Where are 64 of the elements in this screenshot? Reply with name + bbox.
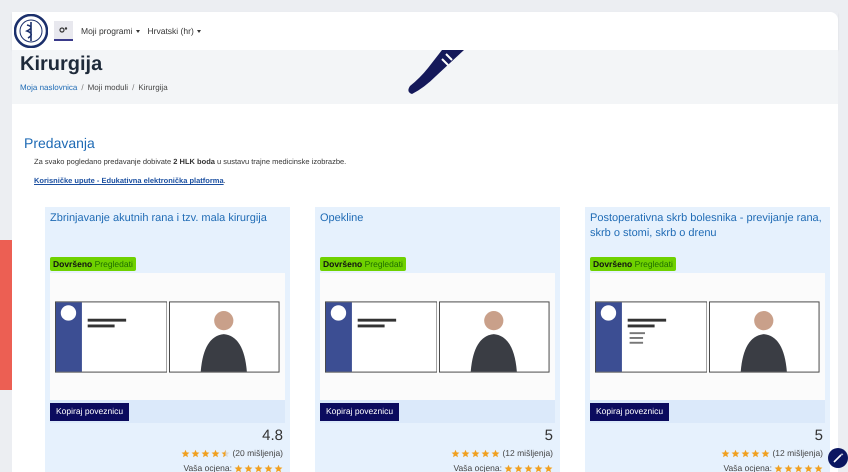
review-count: (20 mišljenja) <box>232 447 283 460</box>
status-badge: Dovršeno Pregledati <box>320 256 406 271</box>
medical-logo-icon[interactable] <box>14 14 48 48</box>
star-icon <box>514 464 523 472</box>
video-thumbnail[interactable] <box>590 272 825 400</box>
star-icon <box>191 448 200 458</box>
star-icon <box>794 464 803 472</box>
status-badge: Dovršeno Pregledati <box>590 256 676 271</box>
star-icon <box>491 448 500 458</box>
breadcrumb-separator: / <box>81 82 84 94</box>
star-icon <box>731 448 740 458</box>
star-icon <box>544 464 553 472</box>
star-icon <box>461 448 470 458</box>
star-icon <box>721 448 730 458</box>
lecture-title[interactable]: Postoperativna skrb bolesnika - previjanje rana, skrb o stomi, skrb o drenu <box>590 208 825 254</box>
video-thumbnail[interactable] <box>320 272 555 400</box>
star-icon <box>774 464 783 472</box>
star-icon <box>274 464 283 472</box>
star-icon <box>804 464 813 472</box>
average-rating: 4.8 <box>262 427 283 444</box>
average-rating: 5 <box>814 427 823 444</box>
lecture-title[interactable]: Zbrinjavanje akutnih rana i tzv. mala kirurgija <box>50 208 285 254</box>
lecture-title[interactable]: Opekline <box>320 208 555 254</box>
star-icon <box>741 448 750 458</box>
magic-wand-icon <box>832 452 844 464</box>
magic-wand-button[interactable] <box>828 448 848 468</box>
breadcrumb-link[interactable]: Moja naslovnica <box>20 82 78 94</box>
star-icon <box>761 448 770 458</box>
copy-link-button[interactable]: Kopiraj poveznicu <box>50 402 130 421</box>
star-icon <box>481 448 490 458</box>
copy-link-button[interactable]: Kopiraj poveznicu <box>590 402 670 421</box>
status-badge: Dovršeno Pregledati <box>50 256 136 271</box>
review-count: (12 mišljenja) <box>502 447 553 460</box>
caret-icon <box>196 30 201 32</box>
average-rating: 5 <box>544 427 553 444</box>
star-icon <box>504 464 513 472</box>
breadcrumb-link[interactable]: Kirurgija <box>138 82 168 94</box>
star-icon <box>784 464 793 472</box>
page-title: Kirurgija <box>20 52 104 76</box>
star-icon <box>234 464 243 472</box>
settings-icon <box>59 26 68 34</box>
star-icon <box>524 464 533 472</box>
star-icon <box>534 464 543 472</box>
star-icon <box>264 464 273 472</box>
star-icon <box>244 464 253 472</box>
copy-link-button[interactable]: Kopiraj poveznicu <box>320 402 400 421</box>
caret-icon <box>136 30 140 32</box>
breadcrumb-link[interactable]: Moji moduli <box>88 82 128 94</box>
star-icon <box>201 448 210 458</box>
settings-button[interactable] <box>54 21 73 41</box>
star-icon <box>181 448 190 458</box>
star-icon <box>254 464 263 472</box>
section-title: Predavanja <box>24 134 96 152</box>
star-icon <box>221 448 230 458</box>
star-icon <box>211 448 220 458</box>
star-icon <box>814 464 823 472</box>
star-icon <box>471 448 480 458</box>
nav-menu[interactable]: Moji programi <box>81 24 140 38</box>
star-icon <box>451 448 460 458</box>
nav-menu[interactable]: Hrvatski (hr) <box>148 24 201 38</box>
breadcrumb-separator: / <box>132 82 134 94</box>
review-count: (12 mišljenja) <box>772 447 823 460</box>
video-thumbnail[interactable] <box>50 272 285 400</box>
star-icon <box>751 448 760 458</box>
